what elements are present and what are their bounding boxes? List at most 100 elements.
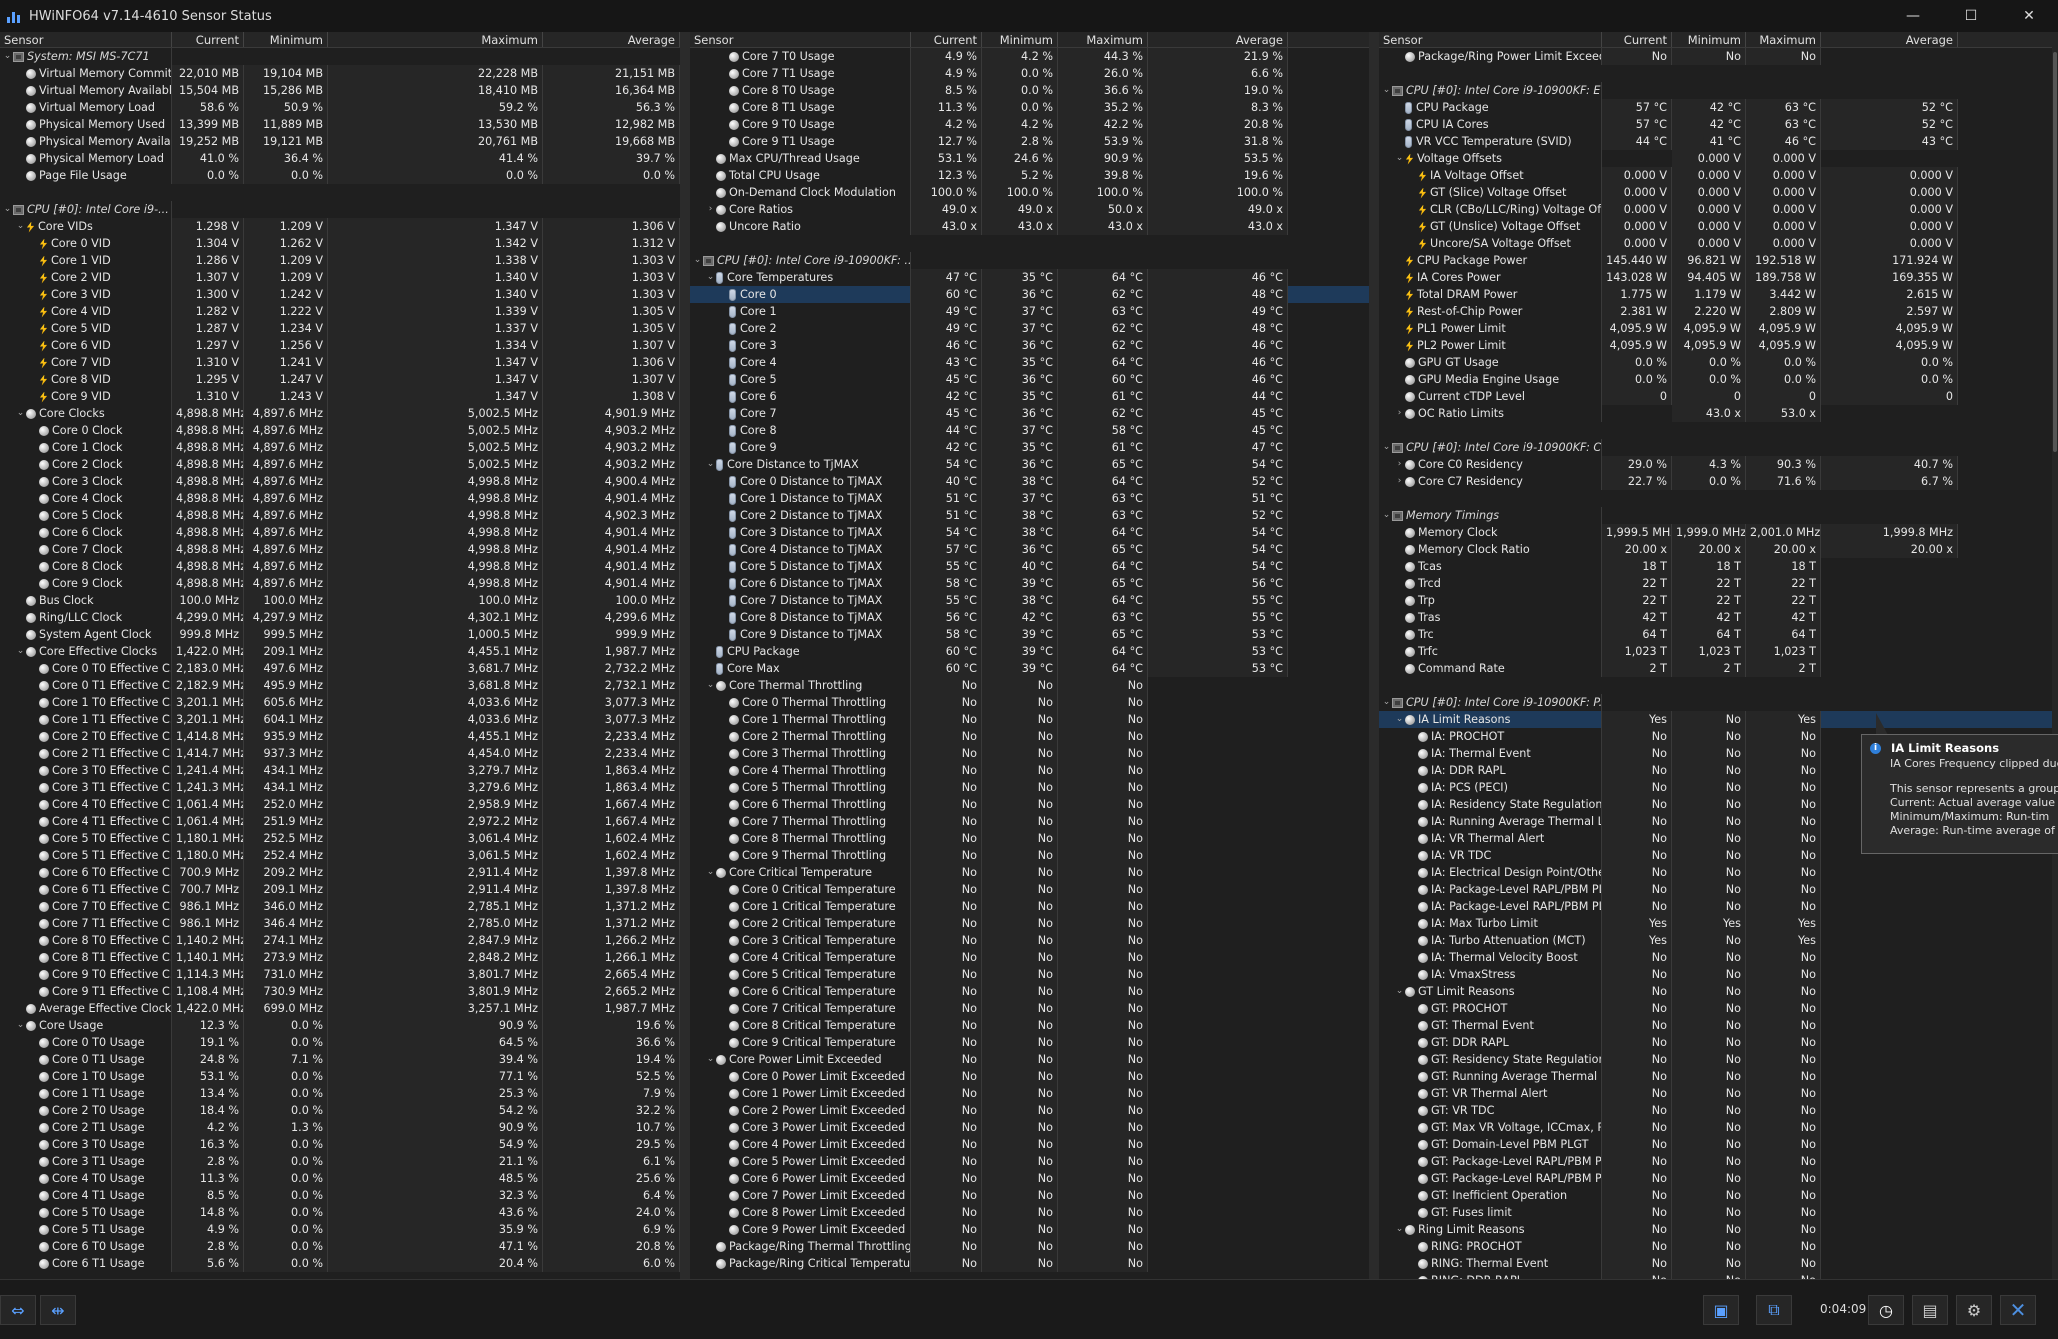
sensor-panel-1[interactable]: Sensor Current Minimum Maximum Average ⌄ Syste… [0, 32, 680, 1279]
sensor-row[interactable]: Core 2 T0 Effective C... 1,414.8 MHz 935.9… [0, 728, 680, 745]
sensor-row[interactable]: Core 7 T1 Effective C... 986.1 MHz 346.4 M… [0, 915, 680, 932]
sensor-row[interactable]: Core 9 T0 Effective C... 1,114.3 MHz 731.0… [0, 966, 680, 983]
sensor-row[interactable]: RING: Thermal Event No No No [1379, 1255, 2052, 1272]
sensor-row[interactable]: Core Max 60 °C 39 °C 64 °C 53 °C [690, 660, 1369, 677]
sensor-row[interactable]: GT (Slice) Voltage Offset 0.000 V 0.000 V0… [1379, 184, 2052, 201]
chevron-down-icon[interactable]: ⌄ [1394, 1221, 1405, 1238]
sensor-row[interactable]: Core 9 VID 1.310 V 1.243 V 1.347 V 1.308 V [0, 388, 680, 405]
sensor-row[interactable]: Core 9 T1 Effective C... 1,108.4 MHz 730.9… [0, 983, 680, 1000]
sensor-row[interactable]: Core 1 T1 Effective C... 3,201.1 MHz 604.1… [0, 711, 680, 728]
sensor-row[interactable]: Core 4 Distance to TjMAX 57 °C 36 °C 65 °C 5… [690, 541, 1369, 558]
sensor-row[interactable]: Core 1 Distance to TjMAX 51 °C 37 °C 63 °C 5… [690, 490, 1369, 507]
sensor-row[interactable]: Bus Clock 100.0 MHz 100.0 MHz 100.0 MHz 100.… [0, 592, 680, 609]
sensor-row[interactable]: Core 2 49 °C 37 °C 62 °C 48 °C [690, 320, 1369, 337]
sensor-row[interactable]: Core 8 Clock 4,898.8 MHz 4,897.6 MHz 4,998.… [0, 558, 680, 575]
sensor-row[interactable]: Core 2 T1 Usage 4.2 % 1.3 % 90.9 % 10.7 % [0, 1119, 680, 1136]
sensor-row[interactable]: Core 0 Power Limit Exceeded No No No [690, 1068, 1369, 1085]
log-file-icon[interactable]: ▤ [1912, 1295, 1948, 1325]
chevron-down-icon[interactable]: ⌄ [705, 864, 716, 881]
sensor-row[interactable]: GT: Fuses limit No No No [1379, 1204, 2052, 1221]
sensor-row[interactable]: Core 1 Thermal Throttling No No No [690, 711, 1369, 728]
sensor-row[interactable]: Core 2 Clock 4,898.8 MHz 4,897.6 MHz 5,002.… [0, 456, 680, 473]
sensor-row[interactable]: GPU Media Engine Usage 0.0 % 0.0 % 0.0 % 0.0… [1379, 371, 2052, 388]
sensor-row[interactable]: Core 6 T1 Usage 5.6 % 0.0 % 20.4 % 6.0 % [0, 1255, 680, 1272]
sensor-row[interactable]: Core 5 T1 Effective C... 1,180.0 MHz 252.4… [0, 847, 680, 864]
sensor-row[interactable]: Core 3 46 °C 36 °C 62 °C 46 °C [690, 337, 1369, 354]
sensor-row[interactable]: Core 4 Thermal Throttling No No No [690, 762, 1369, 779]
sensor-row[interactable]: Core 0 Clock 4,898.8 MHz 4,897.6 MHz 5,002.… [0, 422, 680, 439]
sensor-row[interactable]: Core 6 T0 Effective C... 700.9 MHz 209.2 M… [0, 864, 680, 881]
chevron-down-icon[interactable]: ⌄ [1394, 150, 1405, 167]
sensor-row[interactable]: Core 4 Power Limit Exceeded No No No [690, 1136, 1369, 1153]
chevron-down-icon[interactable]: ⌄ [15, 1017, 26, 1034]
sensor-row[interactable]: Core 8 T0 Usage 8.5 % 0.0 % 36.6 % 19.0 % [690, 82, 1369, 99]
sensor-row[interactable]: Package/Ring Critical Temperature No No No [690, 1255, 1369, 1272]
column-header[interactable]: Minimum [244, 32, 328, 47]
sensor-row[interactable]: Core 8 44 °C 37 °C 58 °C 45 °C [690, 422, 1369, 439]
sensor-row[interactable]: Core 7 T1 Usage 4.9 % 0.0 % 26.0 % 6.6 % [690, 65, 1369, 82]
sensor-row[interactable]: Core 9 Clock 4,898.8 MHz 4,897.6 MHz 4,998.… [0, 575, 680, 592]
sensor-row[interactable]: Core 3 Critical Temperature No No No [690, 932, 1369, 949]
chevron-down-icon[interactable]: ⌄ [692, 252, 703, 269]
network-report-icon[interactable]: ▣ [1703, 1295, 1739, 1325]
sensor-row[interactable]: Physical Memory Available19,252 MB19,121… [0, 133, 680, 150]
sensor-row[interactable]: Package/Ring Power Limit Exceeded No No No [1379, 48, 2052, 65]
maximize-button[interactable]: ☐ [1942, 0, 2000, 32]
sensor-row[interactable]: Core 7 Clock 4,898.8 MHz 4,897.6 MHz 4,998.… [0, 541, 680, 558]
sensor-row[interactable]: Core 1 49 °C 37 °C 63 °C 49 °C [690, 303, 1369, 320]
sensor-row[interactable]: Core 9 Thermal Throttling No No No [690, 847, 1369, 864]
sensor-row[interactable]: Core 0 T0 Effective C... 2,183.0 MHz 497.6… [0, 660, 680, 677]
sensor-row[interactable]: › Core Ratios 49.0 x 49.0 x 50.0 x 49.0 x [690, 201, 1369, 218]
sensor-row[interactable]: Core 6 Distance to TjMAX 58 °C 39 °C 65 °C 5… [690, 575, 1369, 592]
column-header[interactable]: Current [172, 32, 244, 47]
sensor-row[interactable]: Core 5 Thermal Throttling No No No [690, 779, 1369, 796]
sensor-row[interactable]: Core 3 T1 Effective C... 1,241.3 MHz 434.1… [0, 779, 680, 796]
sensor-row[interactable]: Core 3 Thermal Throttling No No No [690, 745, 1369, 762]
chevron-right-icon[interactable]: › [1394, 473, 1405, 490]
sensor-row[interactable]: Tras 42 T 42 T 42 T [1379, 609, 2052, 626]
sensor-row[interactable]: Core 0 60 °C 36 °C 62 °C 48 °C [690, 286, 1369, 303]
sensor-row[interactable]: PL2 Power Limit 4,095.9 W 4,095.9 W 4,095.9… [1379, 337, 2052, 354]
sensor-row[interactable]: Core 6 VID 1.297 V 1.256 V 1.334 V 1.307 V [0, 337, 680, 354]
sensor-row[interactable]: CPU Package 57 °C 42 °C 63 °C 52 °C [1379, 99, 2052, 116]
sensor-row[interactable]: Core 0 Critical Temperature No No No [690, 881, 1369, 898]
chevron-down-icon[interactable]: ⌄ [1394, 983, 1405, 1000]
sensor-row[interactable]: Core 5 VID 1.287 V 1.234 V 1.337 V 1.305 V [0, 320, 680, 337]
sensor-row[interactable]: Core 2 Power Limit Exceeded No No No [690, 1102, 1369, 1119]
sensor-row[interactable]: Total DRAM Power 1.775 W 1.179 W 3.442 W 2.6… [1379, 286, 2052, 303]
sensor-row[interactable]: Memory Clock Ratio 20.00 x 20.00 x 20.00 x2… [1379, 541, 2052, 558]
sensor-row[interactable]: Core 8 T0 Effective C... 1,140.2 MHz 274.1… [0, 932, 680, 949]
sensor-row[interactable]: ⌄ CPU [#0]: Intel Core i9-... [0, 201, 680, 218]
sensor-row[interactable]: Core 5 Distance to TjMAX 55 °C 40 °C 64 °C 5… [690, 558, 1369, 575]
sensor-row[interactable]: ⌄ Core VIDs 1.298 V 1.209 V 1.347 V 1.306 V [0, 218, 680, 235]
collapse-arrows-icon[interactable]: ⇔ [0, 1295, 36, 1325]
column-header[interactable]: Average [1148, 32, 1288, 47]
sensor-row[interactable]: ⌄ Core Critical Temperature No No No [690, 864, 1369, 881]
sensor-row[interactable]: GT: VR TDC No No No [1379, 1102, 2052, 1119]
sensor-row[interactable]: ⌄ CPU [#0]: Intel Core i9-10900KF: ... [690, 252, 1369, 269]
sensor-row[interactable]: ⌄ Core Clocks 4,898.8 MHz 4,897.6 MHz 5,002.… [0, 405, 680, 422]
sensor-row[interactable]: Core 0 Distance to TjMAX 40 °C 38 °C 64 °C 5… [690, 473, 1369, 490]
sensor-row[interactable]: ⌄ Core Thermal Throttling No No No [690, 677, 1369, 694]
sensor-row[interactable]: Core 0 T1 Effective C... 2,182.9 MHz 495.9… [0, 677, 680, 694]
sensor-row[interactable]: Core 5 Clock 4,898.8 MHz 4,897.6 MHz 4,998.… [0, 507, 680, 524]
column-header[interactable]: Maximum [1746, 32, 1821, 47]
chevron-down-icon[interactable]: ⌄ [705, 677, 716, 694]
sensor-row[interactable]: Memory Clock 1,999.5 MHz 1,999.0 MHz 2,001.… [1379, 524, 2052, 541]
sensor-row[interactable]: Max CPU/Thread Usage 53.1 % 24.6 % 90.9 % 53… [690, 150, 1369, 167]
sensor-row[interactable]: Core 9 Critical Temperature No No No [690, 1034, 1369, 1051]
sensor-row[interactable]: › OC Ratio Limits 43.0 x 53.0 x [1379, 405, 2052, 422]
sensor-row[interactable]: CPU Package 60 °C 39 °C 64 °C 53 °C [690, 643, 1369, 660]
settings-gear-icon[interactable]: ⚙ [1956, 1295, 1992, 1325]
sensor-row[interactable]: Core 6 Power Limit Exceeded No No No [690, 1170, 1369, 1187]
chevron-down-icon[interactable]: ⌄ [2, 48, 13, 65]
chevron-down-icon[interactable]: ⌄ [1381, 507, 1392, 524]
sensor-row[interactable]: Core 5 45 °C 36 °C 60 °C 46 °C [690, 371, 1369, 388]
sensor-row[interactable]: ⌄ Core Power Limit Exceeded No No No [690, 1051, 1369, 1068]
sensor-row[interactable]: Core 6 Thermal Throttling No No No [690, 796, 1369, 813]
sensor-row[interactable]: › Core C7 Residency 22.7 % 0.0 % 71.6 % 6.7 % [1379, 473, 2052, 490]
sensor-row[interactable]: Core 6 Clock 4,898.8 MHz 4,897.6 MHz 4,998.… [0, 524, 680, 541]
sensor-row[interactable]: GT: Max VR Voltage, ICCmax, PL4 No No No [1379, 1119, 2052, 1136]
sensor-row[interactable]: Core 8 VID 1.295 V 1.247 V 1.347 V 1.307 V [0, 371, 680, 388]
chevron-down-icon[interactable]: ⌄ [15, 405, 26, 422]
